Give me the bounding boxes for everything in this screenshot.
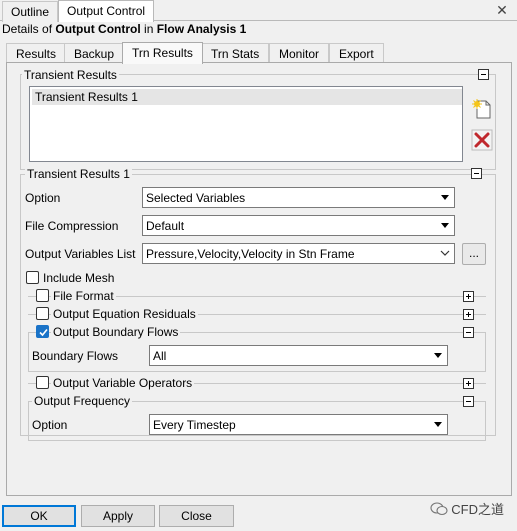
top-tab-bar: Outline Output Control ✕ (0, 0, 517, 22)
transient-results-title: Transient Results (22, 68, 119, 82)
chevron-down-icon (434, 422, 442, 427)
file-compression-select[interactable]: Default (142, 215, 455, 236)
collapse-transient-results-1[interactable] (471, 168, 482, 179)
expand-output-equation-residuals[interactable] (463, 309, 474, 320)
tab-export[interactable]: Export (329, 43, 384, 63)
close-icon[interactable]: ✕ (495, 3, 509, 17)
output-frequency-title: Output Frequency (32, 394, 133, 408)
output-variables-label: Output Variables List (25, 247, 136, 261)
transient-results-1-title: Transient Results 1 (25, 167, 132, 181)
chevron-down-icon (441, 223, 449, 228)
file-compression-value: Default (146, 219, 185, 233)
checkmark-icon (39, 328, 48, 337)
transient-results-list[interactable]: Transient Results 1 (29, 86, 463, 162)
frequency-option-label: Option (32, 418, 68, 432)
details-object: Output Control (55, 22, 141, 36)
collapse-output-frequency[interactable] (463, 396, 474, 407)
frequency-option-value: Every Timestep (153, 418, 236, 432)
boundary-flows-label: Boundary Flows (32, 349, 119, 363)
option-select-value: Selected Variables (146, 191, 246, 205)
include-mesh-label: Include Mesh (43, 271, 115, 285)
frequency-option-select[interactable]: Every Timestep (149, 414, 448, 435)
details-prefix: Details of (2, 22, 53, 36)
output-boundary-flows-checkbox[interactable] (36, 325, 49, 338)
chevron-down-icon (440, 250, 450, 256)
tab-backup[interactable]: Backup (64, 43, 125, 63)
details-header: Details of Output Control in Flow Analys… (2, 22, 246, 36)
details-mid: in (144, 22, 154, 36)
tab-outline[interactable]: Outline (2, 1, 59, 22)
tab-results[interactable]: Results (6, 43, 67, 63)
chevron-down-icon (434, 353, 442, 358)
include-mesh-checkbox[interactable] (26, 271, 39, 284)
wechat-icon (430, 501, 448, 515)
output-equation-residuals-checkbox[interactable] (36, 307, 49, 320)
tab-trn-results[interactable]: Trn Results (122, 42, 203, 64)
output-boundary-flows-label: Output Boundary Flows (51, 325, 181, 339)
sub-tab-bar: Results Backup Trn Results Trn Stats Mon… (6, 42, 510, 64)
expand-file-format[interactable] (463, 291, 474, 302)
new-item-icon[interactable] (471, 98, 493, 120)
output-variable-operators-checkbox[interactable] (36, 376, 49, 389)
delete-icon[interactable] (471, 129, 493, 151)
watermark-text: CFD之道 (451, 502, 504, 517)
output-variable-operators-label: Output Variable Operators (51, 376, 195, 390)
list-item[interactable]: Transient Results 1 (32, 89, 462, 105)
apply-button[interactable]: Apply (81, 505, 155, 527)
option-label: Option (25, 191, 61, 205)
close-button[interactable]: Close (159, 505, 234, 527)
boundary-flows-select[interactable]: All (149, 345, 448, 366)
watermark: CFD之道 (430, 499, 504, 518)
collapse-output-boundary-flows[interactable] (463, 327, 474, 338)
file-format-checkbox[interactable] (36, 289, 49, 302)
expand-output-variable-operators[interactable] (463, 378, 474, 389)
file-compression-label: File Compression (25, 219, 119, 233)
tab-trn-stats[interactable]: Trn Stats (201, 43, 270, 63)
chevron-down-icon (441, 195, 449, 200)
tab-monitor[interactable]: Monitor (269, 43, 330, 63)
file-format-label: File Format (51, 289, 116, 303)
option-select[interactable]: Selected Variables (142, 187, 455, 208)
output-variables-value: Pressure,Velocity,Velocity in Stn Frame (146, 247, 355, 261)
ok-button[interactable]: OK (2, 505, 76, 527)
output-equation-residuals-label: Output Equation Residuals (51, 307, 198, 321)
tab-output-control[interactable]: Output Control (58, 0, 155, 22)
boundary-flows-value: All (153, 349, 167, 363)
collapse-transient-results[interactable] (478, 69, 489, 80)
output-variables-select[interactable]: Pressure,Velocity,Velocity in Stn Frame (142, 243, 455, 264)
details-parent: Flow Analysis 1 (156, 22, 247, 36)
output-variables-browse-button[interactable]: ... (462, 243, 486, 265)
